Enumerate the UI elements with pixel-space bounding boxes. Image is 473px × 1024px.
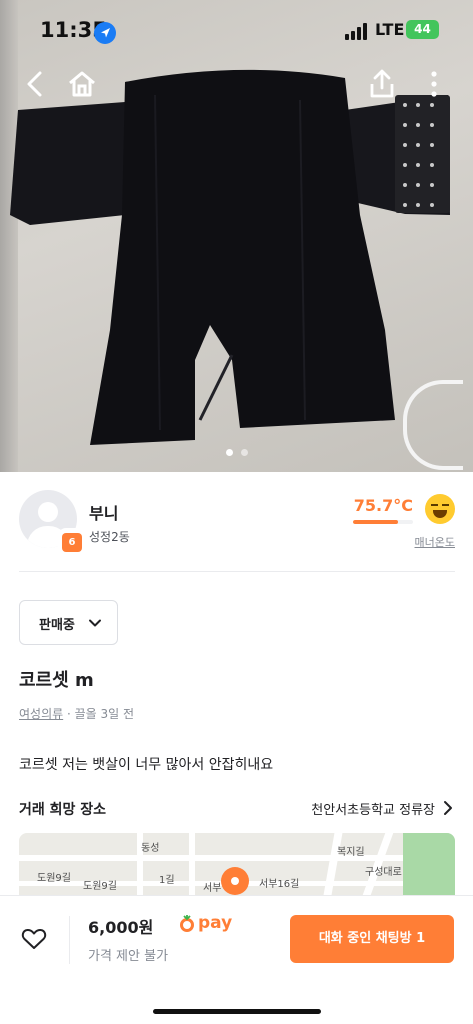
status-bar: 11:35 LTE 44 [0,0,473,58]
map-label: 복지길 [337,847,365,858]
price-offer-status: 가격 제안 불가 [88,949,169,964]
manner-temperature-bar [353,520,413,524]
carousel-dot-active[interactable] [225,449,233,456]
product-image[interactable]: 11:35 LTE 44 [0,0,473,472]
signal-icon [345,22,371,40]
map-label: 도원9길 [37,873,71,884]
home-indicator[interactable] [153,1009,321,1014]
battery-level: 44 [414,22,431,36]
map-label: 동성 [141,843,160,854]
map-label: 서부 [203,883,222,894]
seller-name[interactable]: 부니 [89,500,118,524]
product-category-link[interactable]: 여성의류 [19,707,63,721]
map-label: 도원9길 [83,881,117,892]
calendar-badge-icon: 6 [60,530,84,554]
chevron-left-icon[interactable] [20,68,52,100]
location-arrow-icon [94,22,116,44]
pay-label: pay [198,913,233,933]
divider [19,571,455,572]
product-meta: 여성의류 · 끌올 3일 전 [19,705,134,722]
carousel-indicator [0,449,473,459]
map-label: 서부16길 [259,879,300,890]
bump-time: 끌올 3일 전 [74,707,135,721]
trade-place-map[interactable]: 도원9길 도원9길 1길 서부 서부16길 동성 복지길 구성대로 [19,833,455,895]
seller-location: 성정2동 [89,530,130,544]
carousel-dot[interactable] [240,449,248,456]
map-park [403,833,455,895]
product-title: 코르셋 m [19,670,94,691]
map-pin-icon [221,867,249,895]
seller-profile[interactable]: 6 부니 성정2동 75.7°C 매너온도 [19,490,455,562]
divider [69,916,70,964]
sale-status-dropdown[interactable]: 판매중 [19,600,118,645]
trade-place-value[interactable]: 천안서초등학교 정류장 [311,799,435,818]
manner-temperature-link[interactable]: 매너온도 [415,534,455,550]
sale-status-label: 판매중 [39,618,75,633]
laughing-face-icon [425,494,455,524]
bottom-action-bar: 6,000원 pay 가격 제안 불가 대화 중인 채팅방 1 [0,895,473,1024]
price: 6,000원 [88,918,154,937]
more-vertical-icon[interactable] [422,68,454,100]
chevron-right-icon [444,801,452,815]
home-icon[interactable] [66,68,98,100]
network-label: LTE [375,20,405,39]
product-description: 코르셋 저는 뱃살이 너무 많아서 안잡히내요 [19,757,274,773]
share-icon[interactable] [366,68,398,100]
chevron-down-icon [89,619,101,627]
meta-separator: · [63,707,75,721]
map-label: 1길 [159,875,175,886]
heart-icon[interactable] [21,927,47,951]
map-label: 구성대로 [365,867,402,878]
manner-temperature: 75.7°C [353,496,413,515]
badge-number: 6 [68,537,76,548]
battery-icon: 44 [406,20,439,39]
chat-rooms-button[interactable]: 대화 중인 채팅방 1 [290,915,454,963]
carrot-pay-icon [180,915,194,932]
trade-place-row[interactable]: 거래 희망 장소 천안서초등학교 정류장 [19,797,455,821]
trade-place-label: 거래 희망 장소 [19,802,107,818]
